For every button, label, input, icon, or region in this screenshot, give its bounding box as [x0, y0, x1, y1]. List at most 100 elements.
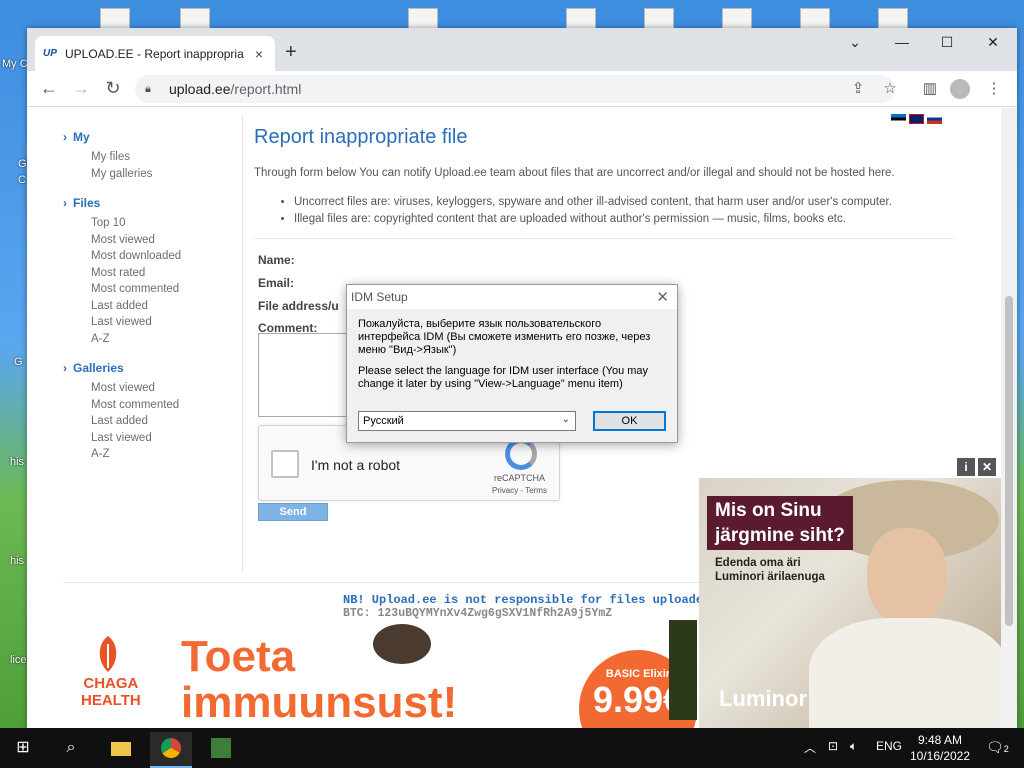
name-label: Name:: [258, 252, 295, 267]
sidebar-item[interactable]: Most viewed: [91, 380, 242, 397]
recaptcha-label: I'm not a robot: [311, 456, 401, 473]
chaga-brand-line: CHAGA: [83, 675, 139, 692]
minimize-button[interactable]: —: [882, 34, 922, 50]
chevron-right-icon: ›: [63, 361, 67, 375]
url-text[interactable]: upload.ee/report.html: [169, 81, 301, 97]
profile-icon[interactable]: [950, 79, 970, 99]
banner-headline-line: Toeta: [181, 632, 296, 681]
taskbar: ⊞ ⌕ ︿ ⊡ 🔈︎ ENG 9:48 AM 10/16/2022 🗨︎2: [0, 728, 1024, 768]
sidebar-item[interactable]: Last added: [91, 298, 242, 315]
sidebar-item[interactable]: My files: [91, 149, 242, 166]
file-explorer-icon[interactable]: [100, 732, 142, 768]
sidebar-item[interactable]: Most viewed: [91, 232, 242, 249]
desktop-label: his: [10, 555, 25, 567]
tray-chevron-up-icon[interactable]: ︿: [804, 739, 816, 756]
volume-icon[interactable]: 🔈︎: [850, 739, 857, 754]
tab-upload-ee[interactable]: UP UPLOAD.EE - Report inappropria ×: [35, 36, 275, 71]
desktop-label: G: [14, 356, 23, 368]
ad-photo-face: [867, 528, 947, 624]
new-tab-button[interactable]: +: [285, 41, 297, 64]
recaptcha-terms-link[interactable]: Privacy - Terms: [492, 486, 547, 495]
sidebar-list: Top 10 Most viewed Most downloaded Most …: [63, 215, 242, 347]
sidebar-item[interactable]: Most commented: [91, 397, 242, 414]
banner-headline-line: immuunsust!: [181, 678, 458, 727]
side-ad-controls: i ✕: [957, 458, 996, 476]
ad-headline: Mis on Sinu järgmine siht?: [707, 496, 853, 550]
sidebar-item[interactable]: Most commented: [91, 281, 242, 298]
desktop-label: C: [18, 174, 26, 186]
clock[interactable]: 9:48 AM 10/16/2022: [904, 732, 976, 764]
list-item: Illegal files are: copyrighted content t…: [294, 211, 954, 228]
chaga-logo-icon: [99, 636, 117, 672]
address-bar[interactable]: 🔒︎ upload.ee/report.html: [135, 75, 895, 103]
dialog-titlebar[interactable]: IDM Setup ✕: [347, 285, 677, 309]
ad-photo-body: [809, 618, 1001, 729]
share-icon[interactable]: ⇪: [847, 79, 869, 97]
star-icon[interactable]: ☆: [879, 79, 901, 97]
search-icon[interactable]: ⌕: [50, 732, 92, 768]
language-indicator[interactable]: ENG: [876, 739, 902, 753]
ad-close-icon[interactable]: ✕: [978, 458, 996, 476]
sidebar-item[interactable]: Top 10: [91, 215, 242, 232]
sidebar: › My My files My galleries › Files Top 10 …: [63, 114, 243, 572]
recaptcha-brand: reCAPTCHA: [494, 472, 546, 483]
disclaimer-text: NB! Upload.ee is not responsible for fil…: [343, 593, 754, 607]
language-select[interactable]: Русский ⌄: [358, 411, 576, 431]
favicon-icon: UP: [43, 48, 57, 59]
dialog-text-ru: Пожалуйста, выберите язык пользовательск…: [358, 318, 651, 356]
lock-icon[interactable]: 🔒︎: [145, 83, 169, 96]
sidebar-section-my[interactable]: › My: [63, 130, 242, 144]
btc-address: BTC: 123uBQYMYnXv4Zwg6gSXV1NfRh2A9j5YmZ: [343, 607, 613, 620]
sidebar-section-files[interactable]: › Files: [63, 196, 242, 210]
intro-text: Through form below You can notify Upload…: [254, 167, 895, 179]
send-button[interactable]: Send: [258, 502, 328, 521]
scrollbar[interactable]: [1001, 108, 1017, 729]
desktop-label: My C: [2, 58, 28, 70]
start-icon[interactable]: ⊞: [2, 732, 44, 768]
tab-close-icon[interactable]: ×: [251, 46, 267, 62]
sidebar-section-galleries[interactable]: › Galleries: [63, 361, 242, 375]
banner-headline: Toeta immuunsust!: [181, 634, 457, 726]
sidebar-item[interactable]: Most downloaded: [91, 248, 242, 265]
maximize-button[interactable]: ☐: [927, 34, 967, 51]
desktop-label: G: [18, 158, 27, 170]
sidebar-item[interactable]: Last viewed: [91, 430, 242, 447]
sidebar-item[interactable]: Last added: [91, 413, 242, 430]
dialog-title: IDM Setup: [351, 290, 408, 304]
scrollbar-thumb[interactable]: [1005, 296, 1013, 626]
sidebar-heading: Files: [73, 196, 101, 210]
sidebar-heading: Galleries: [73, 361, 124, 375]
sidebar-item[interactable]: Most rated: [91, 265, 242, 282]
ad-info-icon[interactable]: i: [957, 458, 975, 476]
ok-button[interactable]: OK: [593, 411, 666, 431]
page-title: Report inappropriate file: [254, 126, 468, 148]
dialog-close-icon[interactable]: ✕: [656, 288, 669, 306]
clock-time: 9:48 AM: [917, 733, 963, 747]
idm-setup-dialog: IDM Setup ✕ Пожалуйста, выберите язык по…: [346, 284, 678, 443]
footer-divider: [63, 582, 733, 583]
chrome-icon[interactable]: [150, 732, 192, 768]
chevron-down-icon: ⌄: [561, 414, 570, 425]
idm-icon[interactable]: [200, 732, 242, 768]
dialog-text-en: Please select the language for IDM user …: [358, 365, 649, 390]
sidebar-item[interactable]: My galleries: [91, 166, 242, 183]
desktop-label: his: [10, 456, 25, 468]
network-icon[interactable]: ⊡: [828, 739, 838, 753]
tab-strip: UP UPLOAD.EE - Report inappropria × + ⌄ …: [27, 28, 1017, 71]
menu-icon[interactable]: ⋮: [983, 79, 1005, 97]
recaptcha-checkbox[interactable]: [271, 449, 299, 478]
side-ad[interactable]: Mis on Sinu järgmine siht? Edenda oma är…: [699, 478, 1001, 729]
notifications-icon[interactable]: 🗨︎2: [986, 739, 1009, 756]
email-label: Email:: [258, 275, 295, 290]
back-icon[interactable]: ←: [37, 78, 61, 99]
close-window-button[interactable]: ✕: [973, 34, 1013, 51]
reload-icon[interactable]: ↻: [101, 78, 125, 99]
sidebar-item[interactable]: A-Z: [91, 331, 242, 348]
forward-icon[interactable]: →: [69, 78, 93, 99]
sidebar-item[interactable]: A-Z: [91, 446, 242, 463]
url-host: upload.ee: [169, 81, 231, 97]
sidebar-item[interactable]: Last viewed: [91, 314, 242, 331]
tab-search-button[interactable]: ⌄: [835, 34, 875, 51]
sidepanel-icon[interactable]: ▥: [919, 79, 941, 97]
banner-ad[interactable]: CHAGA HEALTH Toeta immuunsust! BASIC Eli…: [63, 620, 699, 729]
